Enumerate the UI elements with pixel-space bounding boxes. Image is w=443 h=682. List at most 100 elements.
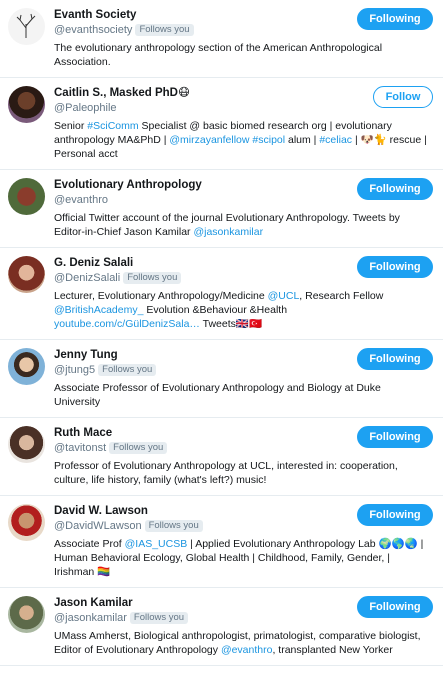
user-bio: Lecturer, Evolutionary Anthropology/Medi…: [54, 289, 433, 331]
user-bio: Associate Prof @IAS_UCSB | Applied Evolu…: [54, 537, 433, 579]
user-row[interactable]: Evolutionary Anthropology @evanthro Follow…: [0, 170, 443, 248]
user-names: Jason Kamilar @jasonkamilar Follows you: [54, 596, 189, 625]
user-bio: Senior #SciComm Specialist @ basic biome…: [54, 119, 433, 161]
user-content: G. Deniz Salali @DenizSalali Follows you Fo…: [54, 256, 433, 331]
handle-line: @evanthsociety Follows you: [54, 23, 194, 37]
user-names: Caitlin S., Masked PhD😷 @Paleophile: [54, 86, 190, 115]
bio-link[interactable]: @UCL: [268, 290, 300, 302]
avatar[interactable]: [8, 256, 45, 293]
user-display-name[interactable]: Evolutionary Anthropology: [54, 178, 202, 193]
avatar[interactable]: [8, 8, 45, 45]
user-row[interactable]: Ruth Mace @tavitonst Follows you Following P…: [0, 418, 443, 496]
user-display-name[interactable]: David W. Lawson: [54, 504, 203, 519]
following-button[interactable]: Following: [357, 504, 433, 526]
following-button[interactable]: Following: [357, 256, 433, 278]
avatar[interactable]: [8, 348, 45, 385]
user-header: David W. Lawson @DavidWLawson Follows you F…: [54, 504, 433, 533]
handle-line: @jasonkamilar Follows you: [54, 611, 189, 625]
bio-text: Evolution &Behaviour &Health: [143, 304, 288, 316]
user-handle[interactable]: @DavidWLawson: [54, 520, 142, 532]
user-row[interactable]: Jenny Tung @jtung5 Follows you Following Ass…: [0, 340, 443, 418]
avatar[interactable]: [8, 86, 45, 123]
following-button[interactable]: Following: [357, 426, 433, 448]
user-content: Ruth Mace @tavitonst Follows you Following P…: [54, 426, 433, 487]
bio-text: Professor of Evolutionary Anthropology a…: [54, 460, 398, 486]
follows-you-badge: Follows you: [135, 24, 194, 36]
handle-line: @evanthro: [54, 193, 202, 207]
bio-link[interactable]: @IAS_UCSB: [125, 538, 188, 550]
user-row[interactable]: G. Deniz Salali @DenizSalali Follows you Fo…: [0, 248, 443, 340]
user-header: G. Deniz Salali @DenizSalali Follows you Fo…: [54, 256, 433, 285]
bio-text: Lecturer, Evolutionary Anthropology/Medi…: [54, 290, 268, 302]
avatar[interactable]: [8, 504, 45, 541]
user-names: Ruth Mace @tavitonst Follows you: [54, 426, 168, 455]
bio-link[interactable]: #celiac: [319, 134, 352, 146]
follow-button[interactable]: Follow: [373, 86, 433, 108]
avatar[interactable]: [8, 426, 45, 463]
handle-line: @DenizSalali Follows you: [54, 271, 182, 285]
bio-text: , Research Fellow: [299, 290, 384, 302]
bio-text: Associate Prof: [54, 538, 125, 550]
following-button[interactable]: Following: [357, 596, 433, 618]
user-row[interactable]: Evanth Society @evanthsociety Follows you F…: [0, 0, 443, 78]
user-bio: UMass Amherst, Biological anthropologist…: [54, 629, 433, 657]
user-handle[interactable]: @DenizSalali: [54, 272, 120, 284]
user-names: G. Deniz Salali @DenizSalali Follows you: [54, 256, 182, 285]
following-button[interactable]: Following: [357, 8, 433, 30]
avatar[interactable]: [8, 596, 45, 633]
user-display-name[interactable]: Ruth Mace: [54, 426, 167, 441]
user-header: Evanth Society @evanthsociety Follows you F…: [54, 8, 433, 37]
user-handle[interactable]: @jtung5: [54, 364, 95, 376]
user-names: Evanth Society @evanthsociety Follows you: [54, 8, 194, 37]
bio-link[interactable]: #scipol: [252, 134, 285, 146]
bio-text: The evolutionary anthropology section of…: [54, 42, 383, 68]
user-handle[interactable]: @jasonkamilar: [54, 612, 127, 624]
user-content: Evanth Society @evanthsociety Follows you F…: [54, 8, 433, 69]
user-content: Evolutionary Anthropology @evanthro Follow…: [54, 178, 433, 239]
user-handle[interactable]: @evanthsociety: [54, 24, 132, 36]
user-display-name[interactable]: Jason Kamilar: [54, 596, 188, 611]
user-bio: Official Twitter account of the journal …: [54, 211, 433, 239]
user-content: David W. Lawson @DavidWLawson Follows you F…: [54, 504, 433, 579]
follows-you-badge: Follows you: [98, 364, 157, 376]
user-row[interactable]: Caitlin S., Masked PhD😷 @Paleophile Follow…: [0, 78, 443, 170]
handle-line: @tavitonst Follows you: [54, 441, 168, 455]
user-handle[interactable]: @tavitonst: [54, 442, 106, 454]
handle-line: @Paleophile: [54, 101, 190, 115]
user-bio: Associate Professor of Evolutionary Anth…: [54, 381, 433, 409]
user-handle[interactable]: @evanthro: [54, 194, 108, 206]
user-bio: The evolutionary anthropology section of…: [54, 41, 433, 69]
user-display-name[interactable]: G. Deniz Salali: [54, 256, 181, 271]
follows-you-badge: Follows you: [129, 612, 189, 624]
user-content: Jenny Tung @jtung5 Follows you Following Ass…: [54, 348, 433, 409]
follows-you-badge: Follows you: [109, 442, 168, 454]
bio-link[interactable]: @evanthro: [221, 644, 273, 656]
bio-link[interactable]: @mirzayanfellow: [169, 134, 249, 146]
handle-line: @DavidWLawson Follows you: [54, 519, 203, 533]
user-content: Jason Kamilar @jasonkamilar Follows you Fol…: [54, 596, 433, 657]
user-row[interactable]: Jason Kamilar @jasonkamilar Follows you Fol…: [0, 588, 443, 666]
user-display-name[interactable]: Jenny Tung: [54, 348, 156, 363]
bio-text: Associate Professor of Evolutionary Anth…: [54, 382, 381, 408]
bio-text: alum |: [285, 134, 320, 146]
bio-text: Tweets🇬🇧🇹🇷: [199, 318, 263, 330]
user-display-name[interactable]: Evanth Society: [54, 8, 194, 23]
user-names: Jenny Tung @jtung5 Follows you: [54, 348, 157, 377]
bio-link[interactable]: @jasonkamilar: [193, 226, 263, 238]
follows-you-badge: Follows you: [144, 520, 203, 532]
bio-link[interactable]: #SciComm: [87, 120, 138, 132]
bio-text: , transplanted New Yorker: [272, 644, 393, 656]
user-row[interactable]: David W. Lawson @DavidWLawson Follows you F…: [0, 496, 443, 588]
bio-link[interactable]: youtube.com/c/GülDenizSala…: [54, 318, 200, 330]
following-button[interactable]: Following: [357, 178, 433, 200]
user-header: Caitlin S., Masked PhD😷 @Paleophile Follow: [54, 86, 433, 115]
user-names: David W. Lawson @DavidWLawson Follows you: [54, 504, 203, 533]
avatar[interactable]: [8, 178, 45, 215]
user-display-name[interactable]: Caitlin S., Masked PhD😷: [54, 86, 190, 101]
user-names: Evolutionary Anthropology @evanthro: [54, 178, 202, 207]
bio-link[interactable]: @BritishAcademy_: [54, 304, 143, 316]
handle-line: @jtung5 Follows you: [54, 363, 157, 377]
user-handle[interactable]: @Paleophile: [54, 102, 117, 114]
following-button[interactable]: Following: [357, 348, 433, 370]
user-bio: Professor of Evolutionary Anthropology a…: [54, 459, 433, 487]
